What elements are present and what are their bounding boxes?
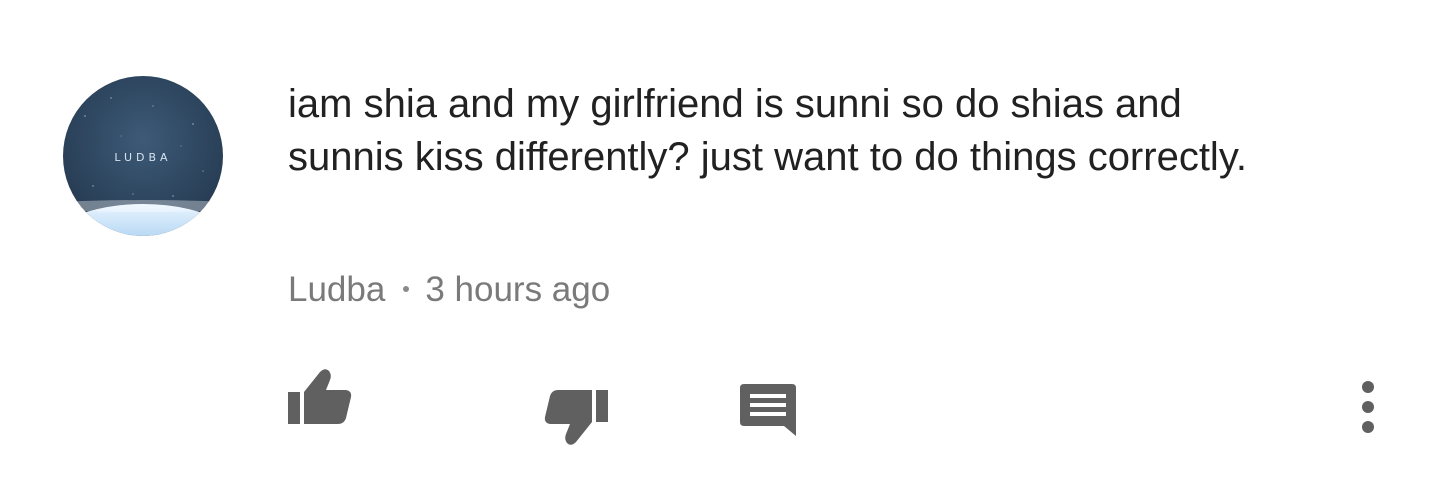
- avatar-image: LUDBA: [63, 76, 223, 236]
- like-button[interactable]: [286, 366, 354, 428]
- thumbs-down-icon: [544, 390, 608, 445]
- comment-item: LUDBA iam shia and my girlfriend is sunn…: [0, 0, 1439, 480]
- thumbs-up-icon: [288, 369, 352, 424]
- more-options-button[interactable]: [1350, 378, 1386, 436]
- avatar-logo-text: LUDBA: [114, 151, 171, 164]
- more-vertical-icon: [1362, 381, 1374, 433]
- timestamp: 3 hours ago: [425, 270, 611, 309]
- comment-icon: [740, 384, 796, 436]
- dislike-button[interactable]: [542, 386, 610, 448]
- avatar[interactable]: LUDBA: [63, 76, 223, 236]
- comment-meta: Ludba 3 hours ago: [288, 268, 610, 312]
- reply-button[interactable]: [738, 380, 800, 440]
- author-name[interactable]: Ludba: [288, 270, 385, 309]
- comment-text: iam shia and my girlfriend is sunni so d…: [288, 82, 1247, 179]
- separator-dot: [403, 285, 410, 292]
